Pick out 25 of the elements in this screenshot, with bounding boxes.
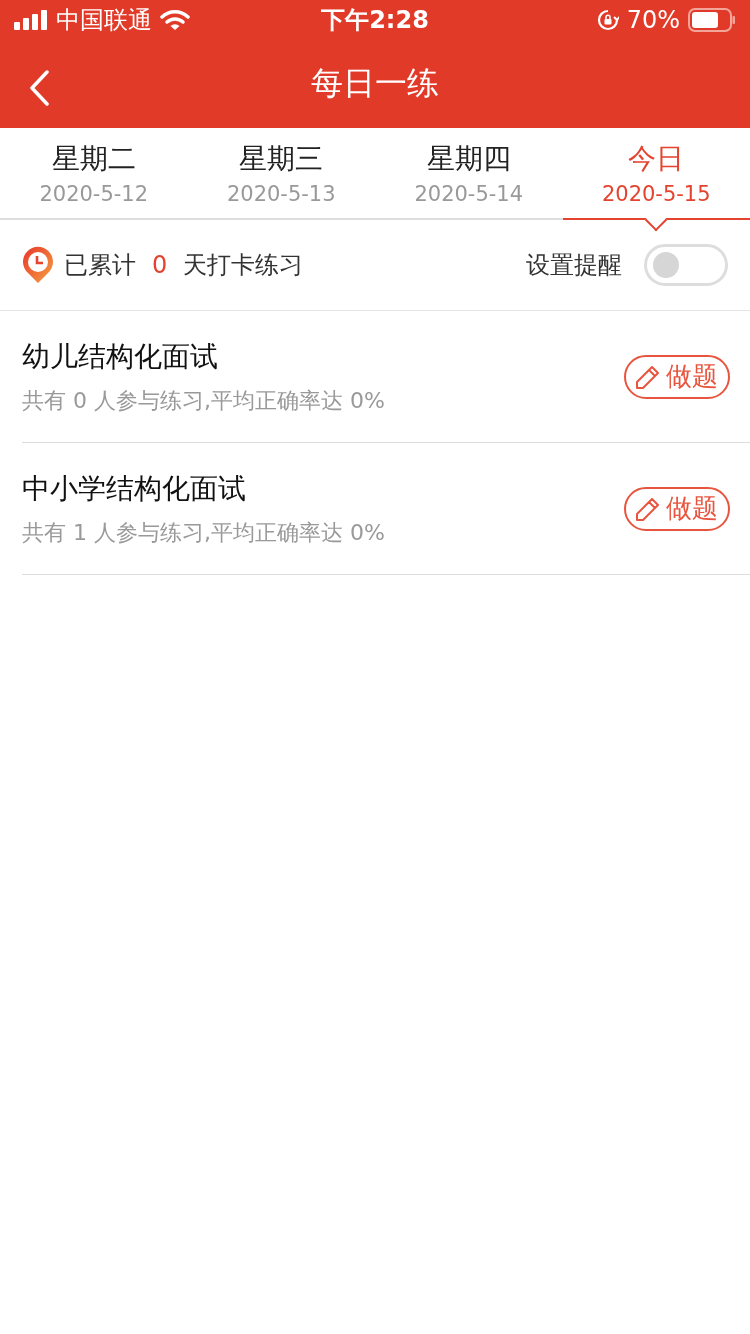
practice-button[interactable]: 做题	[624, 354, 730, 399]
streak-count: 0	[151, 251, 169, 279]
carrier-name: 中国联通	[56, 5, 152, 36]
day-tab[interactable]: 星期四 2020-5-14	[375, 128, 563, 218]
practice-stats: 共有 0 人参与练习,平均正确率达 0%	[22, 386, 386, 415]
battery-percent: 70%	[626, 6, 680, 34]
practice-title: 幼儿结构化面试	[22, 338, 219, 375]
practice-stats: 共有 1 人参与练习,平均正确率达 0%	[22, 518, 386, 547]
day-tab[interactable]: 星期三 2020-5-13	[187, 128, 375, 218]
signal-icon	[14, 10, 48, 30]
streak-label: 已累计	[64, 250, 136, 281]
back-icon	[28, 70, 50, 106]
reminder-label: 设置提醒	[526, 250, 622, 281]
streak-label: 天打卡练习	[183, 250, 304, 281]
wifi-icon	[160, 9, 190, 31]
status-time: 下午2:28	[321, 5, 429, 36]
reminder-toggle[interactable]	[644, 244, 728, 286]
clock-pin-icon	[22, 246, 54, 284]
battery-icon	[688, 8, 736, 32]
page-title: 每日一练	[311, 63, 439, 104]
day-tab[interactable]: 今日 2020-5-15	[562, 128, 750, 220]
rotation-lock-icon	[596, 9, 619, 31]
practice-button[interactable]: 做题	[624, 486, 730, 531]
practice-title: 中小学结构化面试	[22, 470, 247, 507]
day-tab[interactable]: 星期二 2020-5-12	[0, 128, 188, 218]
